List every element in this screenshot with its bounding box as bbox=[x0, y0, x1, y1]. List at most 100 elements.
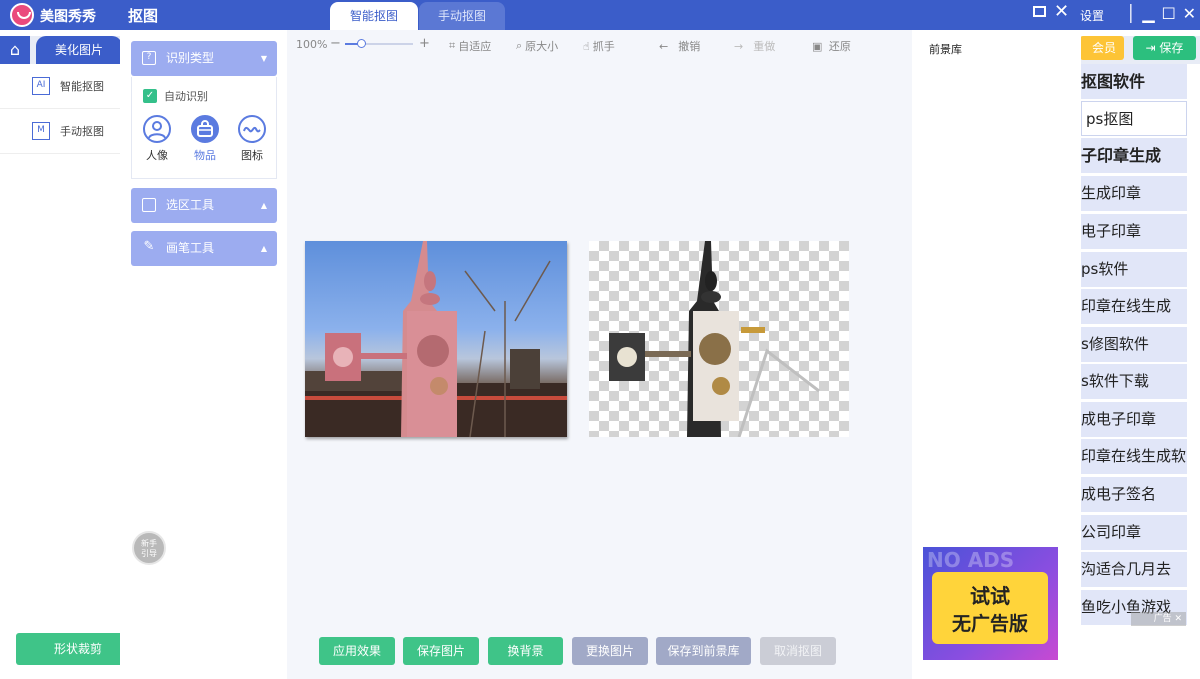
no-ads-banner[interactable]: NO ADS 试试 无广告版 bbox=[923, 547, 1058, 660]
close-icon[interactable]: ✕ bbox=[1054, 1, 1069, 22]
keyword-item[interactable]: 印章在线生成软 bbox=[1081, 439, 1187, 474]
zoom-level: 100% bbox=[296, 38, 328, 51]
recognition-type-body: ✓ 自动识别 人像 物品 图标 bbox=[131, 77, 277, 179]
keyword-item[interactable]: 子印章生成 bbox=[1081, 138, 1187, 173]
keyword-item[interactable]: 抠图软件 bbox=[1081, 64, 1187, 99]
manual-cutout-icon: M bbox=[32, 122, 50, 140]
type-person[interactable]: 人像 bbox=[140, 115, 174, 163]
fit-button[interactable]: ⌗ 自适应 bbox=[449, 38, 491, 54]
brush-icon: ✎ bbox=[143, 239, 155, 254]
save-image-button[interactable]: 保存图片 bbox=[403, 637, 479, 665]
replace-image-button[interactable]: 更换图片 bbox=[572, 637, 648, 665]
keyword-item[interactable]: 生成印章 bbox=[1081, 176, 1187, 211]
main-left-sidebar: AI 智能抠图 M 手动抠图 bbox=[0, 64, 120, 679]
selection-tool-header[interactable]: 选区工具 ▲ bbox=[131, 188, 277, 223]
keyword-item[interactable]: ps抠图 bbox=[1081, 101, 1187, 136]
home-icon[interactable]: ⌂ bbox=[0, 36, 30, 64]
arrow-left-icon: ← bbox=[659, 39, 676, 53]
undo-button[interactable]: ← 撤销 bbox=[659, 38, 700, 54]
sidebar-item-smart-cutout[interactable]: AI 智能抠图 bbox=[0, 64, 120, 109]
redo-label: 重做 bbox=[753, 40, 776, 53]
chevron-up-icon: ▲ bbox=[260, 244, 267, 253]
cutout-result-image bbox=[589, 241, 849, 437]
keyword-item[interactable]: 印章在线生成 bbox=[1081, 289, 1187, 324]
fit-icon: ⌗ bbox=[449, 39, 456, 52]
grab-button[interactable]: ☝ 抓手 bbox=[583, 38, 615, 54]
guide-line2: 引导 bbox=[141, 549, 157, 558]
tab-smart-cutout[interactable]: 智能抠图 bbox=[330, 2, 418, 30]
grab-label: 抓手 bbox=[592, 40, 615, 53]
undo-label: 撤销 bbox=[678, 40, 701, 53]
keyword-item[interactable]: 电子印章 bbox=[1081, 214, 1187, 249]
vip-button[interactable]: 会员 bbox=[1080, 36, 1124, 60]
maximize-icon[interactable]: ☐ bbox=[1161, 4, 1175, 23]
cancel-cutout-button[interactable]: 取消抠图 bbox=[760, 637, 836, 665]
apply-effect-button[interactable]: 应用效果 bbox=[319, 637, 395, 665]
brush-tool-label: 画笔工具 bbox=[166, 241, 215, 255]
ad-ticket: 试试 无广告版 bbox=[932, 572, 1048, 644]
shape-crop-button[interactable]: 形状裁剪 bbox=[16, 633, 120, 665]
beginner-guide-button[interactable]: 新手 引导 bbox=[132, 531, 166, 565]
ad-background-text: NO ADS bbox=[927, 548, 1015, 572]
arrow-right-icon: → bbox=[734, 39, 751, 53]
keyword-item[interactable]: 成电子印章 bbox=[1081, 402, 1187, 437]
zoom-in-icon[interactable]: + bbox=[419, 36, 430, 51]
sidebar-item-label: 智能抠图 bbox=[60, 80, 104, 93]
maximize-icon[interactable] bbox=[1033, 6, 1046, 17]
recognition-type-label: 识别类型 bbox=[166, 51, 215, 65]
export-icon: ⇥ bbox=[1145, 41, 1160, 55]
image-icon: ▣ bbox=[812, 39, 826, 53]
zoom-slider-handle[interactable] bbox=[357, 39, 366, 48]
redo-button[interactable]: → 重做 bbox=[734, 38, 775, 54]
type-object[interactable]: 物品 bbox=[188, 115, 222, 163]
type-logo-label: 图标 bbox=[241, 149, 263, 162]
ad-line1: 试试 bbox=[970, 584, 1010, 608]
restore-button[interactable]: ▣ 还原 bbox=[812, 38, 851, 54]
auto-detect-row[interactable]: ✓ 自动识别 bbox=[143, 88, 208, 104]
question-icon: ? bbox=[142, 51, 156, 65]
meitu-logo-icon bbox=[10, 3, 34, 27]
keyword-item[interactable]: s软件下载 bbox=[1081, 364, 1187, 399]
type-logo[interactable]: 图标 bbox=[235, 115, 269, 163]
hand-icon: ☝ bbox=[583, 39, 590, 53]
change-background-button[interactable]: 换背景 bbox=[488, 637, 563, 665]
settings-link[interactable]: 设置 bbox=[1080, 7, 1104, 24]
keyword-item[interactable]: s修图软件 bbox=[1081, 327, 1187, 362]
restore-label: 还原 bbox=[828, 40, 851, 53]
guide-line1: 新手 bbox=[141, 539, 157, 548]
fit-label: 自适应 bbox=[458, 40, 492, 53]
keyword-item[interactable]: 公司印章 bbox=[1081, 515, 1187, 550]
window-title: 抠图 bbox=[128, 7, 159, 25]
ad-line2: 无广告版 bbox=[951, 613, 1028, 635]
brush-tool-header[interactable]: ✎ 画笔工具 ▲ bbox=[131, 231, 277, 266]
sidebar-item-manual-cutout[interactable]: M 手动抠图 bbox=[0, 109, 120, 154]
keyword-item[interactable]: 沟适合几月去 bbox=[1081, 552, 1187, 587]
zoom-out-icon[interactable]: − bbox=[330, 36, 341, 51]
original-size-button[interactable]: ⌕ 原大小 bbox=[516, 38, 558, 54]
original-size-label: 原大小 bbox=[525, 40, 559, 53]
auto-detect-checkbox[interactable]: ✓ bbox=[143, 89, 157, 103]
save-label: 保存 bbox=[1159, 41, 1184, 55]
ad-label: 广告 bbox=[1153, 614, 1172, 624]
save-button[interactable]: ⇥ 保存 bbox=[1133, 36, 1196, 60]
ad-close-bar[interactable]: 广告 ✕ bbox=[1131, 612, 1186, 626]
keyword-item[interactable]: ps软件 bbox=[1081, 252, 1187, 287]
magnifier-icon: ⌕ bbox=[516, 39, 523, 52]
chevron-down-icon: ▼ bbox=[260, 54, 267, 63]
tab-manual-cutout[interactable]: 手动抠图 bbox=[419, 2, 505, 30]
type-person-label: 人像 bbox=[146, 149, 168, 162]
recognition-type-header[interactable]: ? 识别类型 ▼ bbox=[131, 41, 277, 76]
original-image bbox=[305, 241, 567, 437]
app-brand: 美图秀秀 bbox=[40, 9, 96, 25]
divider-icon: │ bbox=[1126, 4, 1136, 23]
keyword-item[interactable]: 成电子签名 bbox=[1081, 477, 1187, 512]
person-icon bbox=[143, 115, 171, 143]
close-icon[interactable]: ✕ bbox=[1183, 4, 1196, 23]
logo-icon bbox=[238, 115, 266, 143]
minimize-icon[interactable]: ▁ bbox=[1142, 4, 1154, 23]
sidebar-item-label: 手动抠图 bbox=[60, 125, 104, 138]
tab-beautify[interactable]: 美化图片 bbox=[36, 36, 122, 64]
save-to-foreground-button[interactable]: 保存到前景库 bbox=[656, 637, 751, 665]
close-icon[interactable]: ✕ bbox=[1174, 614, 1182, 624]
selection-icon bbox=[142, 198, 156, 212]
